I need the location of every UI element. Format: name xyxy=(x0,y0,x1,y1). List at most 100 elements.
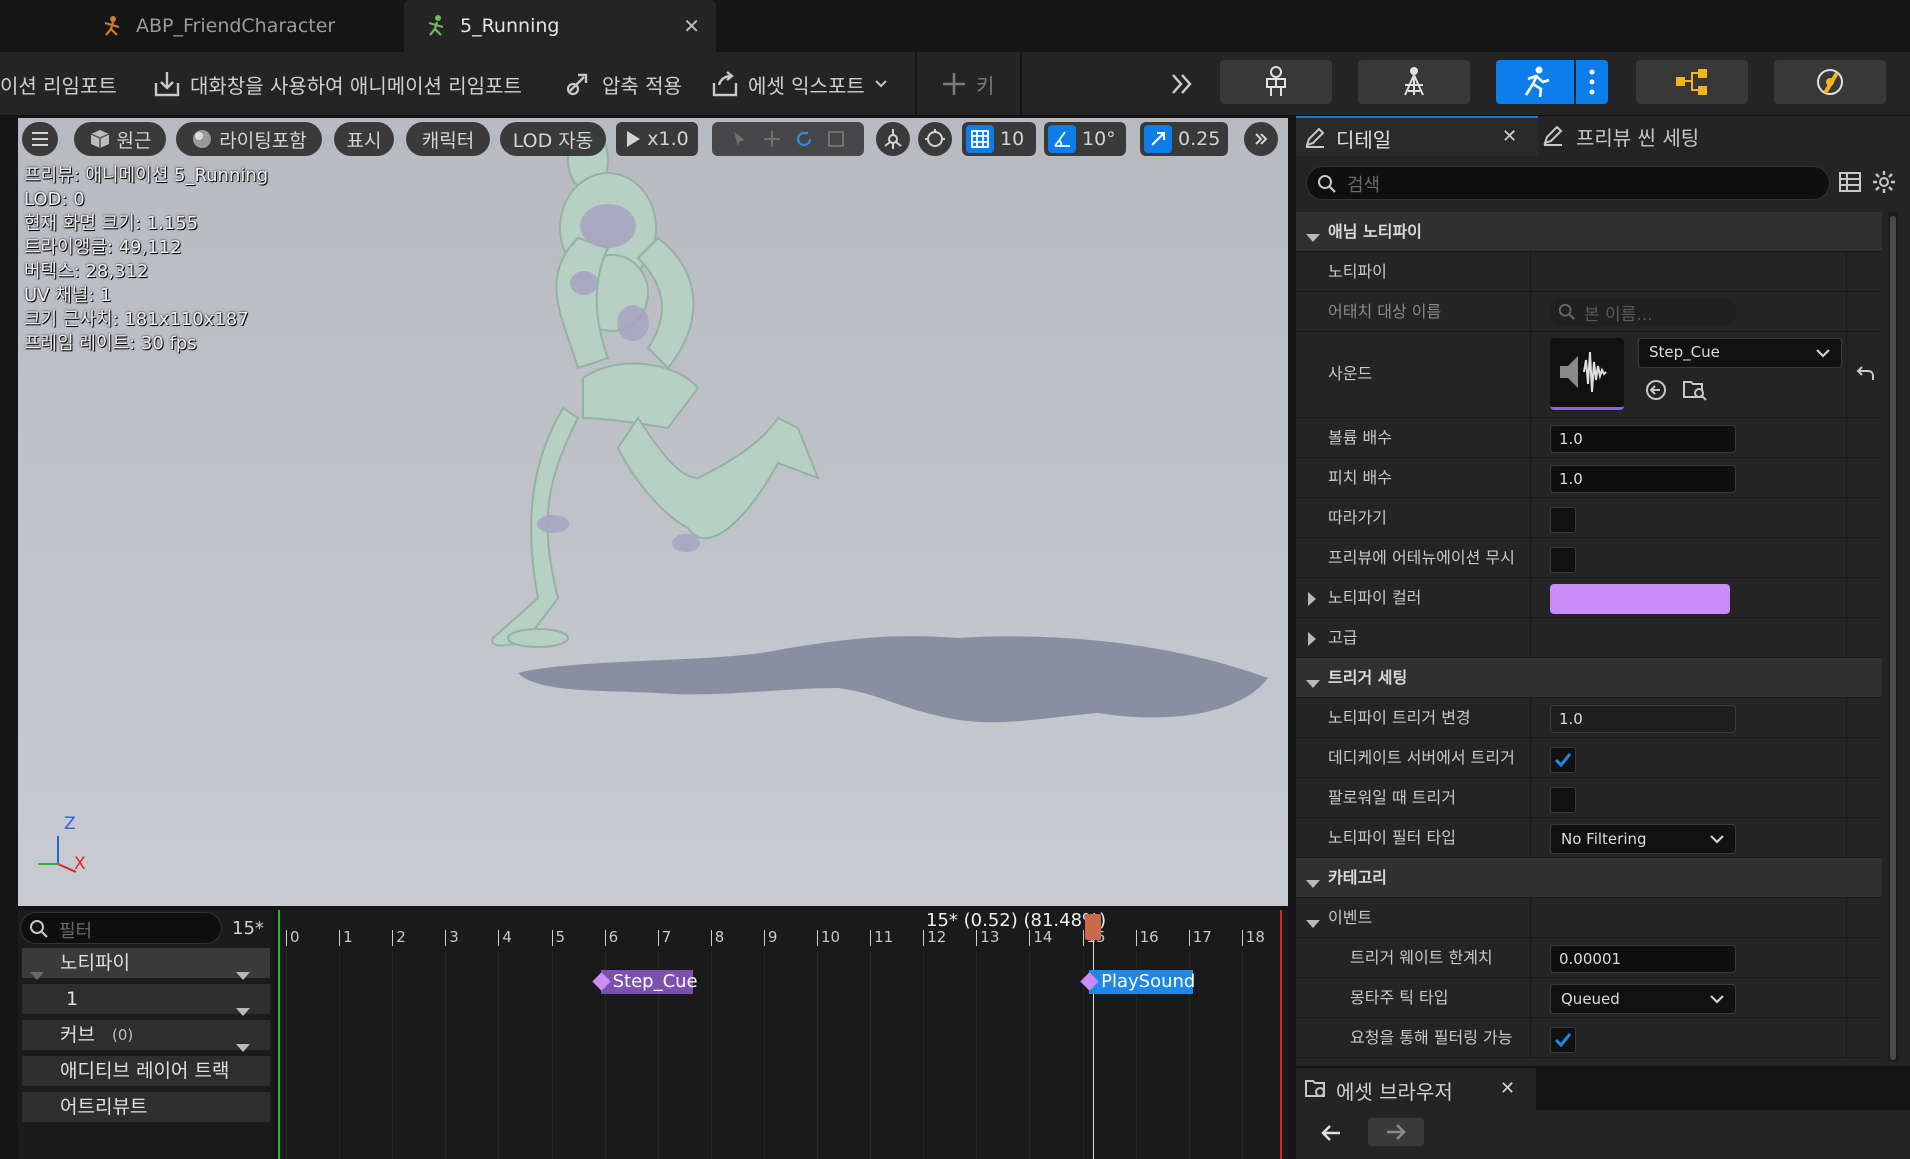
reset-to-default-icon[interactable] xyxy=(1856,364,1876,382)
property-pitch: 피치 배수 1.0 xyxy=(1296,458,1882,498)
tab-abp-friendcharacter[interactable]: ABP_FriendCharacter xyxy=(80,0,400,52)
track-additive-layers[interactable]: 애디티브 레이어 트랙 xyxy=(22,1056,270,1086)
physics-mode-button[interactable] xyxy=(1774,60,1886,104)
details-scrollbar-track[interactable] xyxy=(1888,212,1898,1062)
property-event[interactable]: 이벤트 xyxy=(1296,898,1882,938)
show-button[interactable]: 표시 xyxy=(334,122,394,156)
lighting-label: 라이팅포함 xyxy=(219,129,307,152)
sound-asset-name: Step_Cue xyxy=(1649,343,1720,361)
overflow-chevrons-button[interactable] xyxy=(1168,64,1196,104)
current-frame-display[interactable]: 15* xyxy=(232,918,264,939)
timeline-area[interactable]: 0123456789101112131415161718 15* (0.52) … xyxy=(278,910,1288,1159)
perspective-button[interactable]: 원근 xyxy=(74,122,166,156)
angle-snap-button[interactable]: 10° xyxy=(1044,122,1126,156)
track-notify-1[interactable]: 1 xyxy=(22,984,270,1016)
surface-snap-button[interactable] xyxy=(918,122,952,156)
bone-name-input[interactable]: 본 이름... xyxy=(1550,298,1736,326)
viewport-more-button[interactable] xyxy=(1244,122,1278,156)
physics-icon xyxy=(1813,65,1847,99)
close-icon[interactable]: ✕ xyxy=(1500,1078,1515,1099)
property-volume: 볼륨 배수 1.0 xyxy=(1296,418,1882,458)
apply-compression-button[interactable]: 압축 적용 xyxy=(564,64,682,104)
show-label: 표시 xyxy=(346,129,382,152)
close-icon[interactable]: ✕ xyxy=(1502,126,1517,147)
track-label: 커브 xyxy=(60,1024,95,1046)
skeleton-mode-button[interactable] xyxy=(1220,60,1332,104)
coordinate-system-button[interactable] xyxy=(876,122,910,156)
tab-asset-browser[interactable]: 에셋 브라우저 ✕ xyxy=(1296,1068,1536,1110)
montage-tick-value: Queued xyxy=(1561,990,1620,1008)
grid-snap-button[interactable]: 10 xyxy=(962,122,1036,156)
section-trigger-settings[interactable]: 트리거 세팅 xyxy=(1296,658,1882,698)
trigger-weight-input[interactable]: 0.00001 xyxy=(1550,945,1736,973)
stat-line: 프리뷰: 애니메이션 5_Running xyxy=(24,165,269,186)
details-scrollbar-thumb[interactable] xyxy=(1890,216,1896,1060)
lighting-mode-button[interactable]: 라이팅포함 xyxy=(176,122,322,156)
scale-snap-button[interactable]: 0.25 xyxy=(1140,122,1228,156)
property-advanced[interactable]: 고급 xyxy=(1296,618,1882,658)
character-button[interactable]: 캐릭터 xyxy=(406,122,490,156)
export-icon xyxy=(710,69,740,99)
trigger-dedicated-checkbox[interactable] xyxy=(1550,747,1576,773)
trigger-chance-input[interactable]: 1.0 xyxy=(1550,705,1736,733)
tab-preview-scene-settings[interactable]: 프리뷰 씬 세팅 xyxy=(1542,116,1782,156)
pitch-input[interactable]: 1.0 xyxy=(1550,465,1736,493)
viewport-menu-button[interactable] xyxy=(22,122,58,156)
export-asset-button[interactable]: 에셋 익스포트 xyxy=(710,64,889,104)
browse-asset-icon[interactable] xyxy=(1682,378,1708,402)
filter-type-combo[interactable]: No Filtering xyxy=(1550,824,1736,854)
details-search-input[interactable]: 검색 xyxy=(1306,166,1830,200)
track-curves[interactable]: 커브 (0) xyxy=(22,1020,270,1052)
ignore-attenuation-checkbox[interactable] xyxy=(1550,547,1576,573)
property-label: 어태치 대상 이름 xyxy=(1328,302,1442,321)
mesh-mode-button[interactable] xyxy=(1358,60,1470,104)
reimport-button[interactable]: 이션 리임포트 xyxy=(0,64,117,104)
select-icon[interactable] xyxy=(731,130,749,148)
property-label: 데디케이트 서버에서 트리거 xyxy=(1328,748,1515,767)
trigger-follower-checkbox[interactable] xyxy=(1550,787,1576,813)
scale-icon[interactable] xyxy=(827,130,845,148)
sound-asset-combo[interactable]: Step_Cue xyxy=(1638,338,1842,368)
collapsed-arrow-icon[interactable] xyxy=(1308,591,1316,610)
lod-button[interactable]: LOD 자동 xyxy=(500,122,606,156)
table-view-icon[interactable] xyxy=(1838,170,1862,194)
blueprint-mode-button[interactable] xyxy=(1636,60,1748,104)
section-category[interactable]: 카테고리 xyxy=(1296,858,1882,898)
document-tab-bar: ABP_FriendCharacter 5_Running ✕ xyxy=(0,0,1910,52)
chevron-down-icon[interactable] xyxy=(873,76,889,92)
forward-button[interactable] xyxy=(1368,1118,1424,1146)
volume-input[interactable]: 1.0 xyxy=(1550,425,1736,453)
toolbar-divider xyxy=(1020,52,1022,116)
property-ignore-attenuation: 프리뷰에 어테뉴에이션 무시 xyxy=(1296,538,1882,578)
filterable-checkbox[interactable] xyxy=(1550,1027,1576,1053)
reimport-dialog-button[interactable]: 대화창을 사용하여 애니메이션 리임포트 xyxy=(152,64,522,104)
property-attach-name: 어태치 대상 이름 본 이름... xyxy=(1296,292,1882,332)
tab-5-running[interactable]: 5_Running ✕ xyxy=(404,0,716,52)
play-speed-button[interactable]: x1.0 xyxy=(616,122,698,156)
rotate-icon[interactable] xyxy=(795,130,813,148)
notify-marker[interactable]: Step_Cue xyxy=(591,970,698,994)
property-montage-tick: 몽타주 틱 타입 Queued xyxy=(1296,978,1882,1018)
sound-asset-thumbnail[interactable] xyxy=(1550,338,1624,410)
montage-tick-combo[interactable]: Queued xyxy=(1550,984,1736,1014)
track-filter-input[interactable]: 필터 xyxy=(20,912,222,944)
tab-details[interactable]: 디테일 ✕ xyxy=(1296,116,1538,156)
add-key-button[interactable]: 키 xyxy=(940,64,994,104)
close-tab-icon[interactable]: ✕ xyxy=(683,14,700,38)
move-icon[interactable] xyxy=(763,130,781,148)
preview-viewport[interactable]: 원근 라이팅포함 표시 캐릭터 LOD 자동 x1.0 10 10° 0.25 xyxy=(18,118,1288,906)
section-anim-notify[interactable]: 애님 노티파이 xyxy=(1296,212,1882,252)
grid-snap-value: 10 xyxy=(1000,128,1025,150)
notify-marker[interactable]: PlaySound xyxy=(1080,970,1195,994)
chevron-down-icon xyxy=(1815,347,1831,361)
notify-color-swatch[interactable] xyxy=(1550,584,1730,614)
back-arrow-icon[interactable] xyxy=(1320,1122,1342,1144)
follow-checkbox[interactable] xyxy=(1550,507,1576,533)
use-selected-asset-icon[interactable] xyxy=(1644,378,1668,402)
animation-mode-button[interactable] xyxy=(1496,60,1574,104)
gear-icon[interactable] xyxy=(1872,170,1896,194)
track-attributes[interactable]: 어트리뷰트 xyxy=(22,1092,270,1122)
double-chevron-right-icon xyxy=(1168,70,1196,98)
track-notifies[interactable]: 노티파이 xyxy=(22,948,270,980)
animation-mode-options-button[interactable] xyxy=(1576,60,1608,104)
